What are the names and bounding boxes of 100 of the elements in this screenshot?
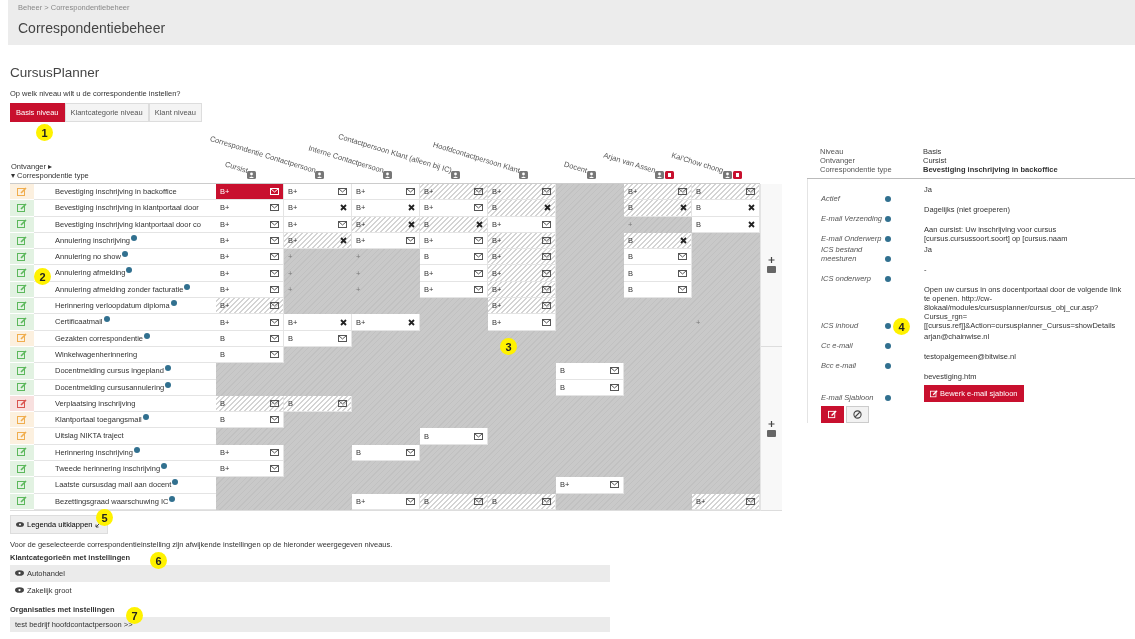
info-icon bbox=[144, 332, 150, 339]
cancel-button[interactable] bbox=[846, 406, 869, 423]
info-icon bbox=[164, 365, 171, 372]
mail-icon bbox=[746, 497, 755, 505]
close-icon bbox=[408, 318, 415, 326]
info-icon bbox=[885, 196, 891, 202]
close-icon bbox=[408, 204, 415, 212]
mail-icon bbox=[474, 269, 483, 277]
mail-icon bbox=[270, 318, 279, 326]
mail-icon bbox=[474, 188, 483, 196]
flag-badge-icon bbox=[733, 171, 742, 179]
mail-icon bbox=[542, 188, 551, 196]
mail-icon bbox=[270, 237, 279, 245]
info-icon bbox=[131, 234, 138, 241]
mail-icon bbox=[270, 448, 279, 456]
add-icon[interactable] bbox=[767, 257, 776, 274]
mail-icon bbox=[270, 351, 279, 359]
person-badge-icon bbox=[451, 171, 460, 179]
mail-icon bbox=[542, 318, 551, 326]
mail-icon bbox=[610, 383, 619, 391]
mail-icon bbox=[678, 188, 687, 196]
person-badge-icon bbox=[723, 171, 732, 179]
add-icon[interactable] bbox=[767, 420, 776, 437]
mail-icon bbox=[270, 334, 279, 342]
info-icon bbox=[184, 283, 191, 290]
person-badge-icon bbox=[383, 171, 392, 179]
callout-marker: 4 bbox=[893, 318, 910, 335]
info-icon bbox=[885, 236, 891, 242]
flag-badge-icon bbox=[665, 171, 674, 179]
info-icon bbox=[885, 216, 891, 222]
mail-icon bbox=[542, 497, 551, 505]
mail-icon bbox=[270, 253, 279, 261]
mail-icon bbox=[746, 188, 755, 196]
info-icon bbox=[133, 446, 140, 453]
edit-button[interactable] bbox=[821, 406, 844, 423]
info-icon bbox=[161, 463, 168, 470]
close-icon bbox=[340, 318, 347, 326]
mail-icon bbox=[474, 253, 483, 261]
close-icon bbox=[680, 204, 687, 212]
info-icon bbox=[121, 251, 128, 258]
close-icon bbox=[748, 220, 755, 228]
eye-icon bbox=[16, 521, 24, 527]
cancel-icon bbox=[853, 410, 862, 419]
info-icon bbox=[165, 381, 172, 388]
edit-icon bbox=[828, 410, 837, 419]
person-badge-icon bbox=[315, 171, 324, 179]
edit-icon bbox=[930, 389, 938, 398]
mail-icon bbox=[338, 188, 347, 196]
mail-icon bbox=[406, 497, 415, 505]
mail-icon bbox=[474, 497, 483, 505]
mail-icon bbox=[474, 285, 483, 293]
info-icon bbox=[885, 323, 891, 329]
mail-icon bbox=[610, 367, 619, 375]
mail-icon bbox=[474, 204, 483, 212]
info-icon bbox=[172, 479, 179, 486]
mail-icon bbox=[270, 204, 279, 212]
mail-icon bbox=[474, 237, 483, 245]
mail-icon bbox=[610, 481, 619, 489]
info-icon bbox=[885, 363, 891, 369]
close-icon bbox=[340, 237, 347, 245]
close-icon bbox=[680, 237, 687, 245]
mail-icon bbox=[406, 188, 415, 196]
mail-icon bbox=[542, 253, 551, 261]
info-icon bbox=[885, 256, 891, 262]
close-icon bbox=[408, 220, 415, 228]
mail-icon bbox=[678, 285, 687, 293]
close-icon bbox=[748, 204, 755, 212]
mail-icon bbox=[542, 269, 551, 277]
mail-icon bbox=[270, 188, 279, 196]
info-icon bbox=[885, 395, 891, 401]
info-icon bbox=[126, 267, 133, 274]
callout-marker: 6 bbox=[150, 552, 167, 569]
eye-icon bbox=[15, 587, 24, 594]
mail-icon bbox=[270, 400, 279, 407]
mail-icon bbox=[542, 285, 551, 293]
close-icon bbox=[476, 220, 483, 228]
mail-icon bbox=[474, 432, 483, 440]
info-icon bbox=[103, 316, 110, 323]
mail-icon bbox=[270, 220, 279, 228]
info-icon bbox=[142, 414, 149, 421]
info-icon bbox=[885, 343, 891, 349]
mail-icon bbox=[542, 237, 551, 245]
callout-marker: 7 bbox=[126, 607, 143, 624]
page-title: Correspondentiebeheer bbox=[18, 20, 167, 36]
mail-icon bbox=[406, 237, 415, 245]
person-badge-icon bbox=[587, 171, 596, 179]
mail-icon bbox=[270, 416, 279, 424]
close-icon bbox=[340, 204, 347, 212]
section-title: CursusPlanner bbox=[10, 65, 101, 80]
person-badge-icon bbox=[247, 171, 256, 179]
eye-icon bbox=[15, 570, 24, 577]
close-icon bbox=[544, 204, 551, 212]
mail-icon bbox=[270, 465, 279, 473]
info-icon bbox=[885, 276, 891, 282]
info-icon bbox=[170, 300, 177, 307]
mail-icon bbox=[542, 302, 551, 310]
person-badge-icon bbox=[519, 171, 528, 179]
mail-icon bbox=[542, 220, 551, 228]
info-icon bbox=[169, 495, 176, 502]
mail-icon bbox=[406, 448, 415, 456]
